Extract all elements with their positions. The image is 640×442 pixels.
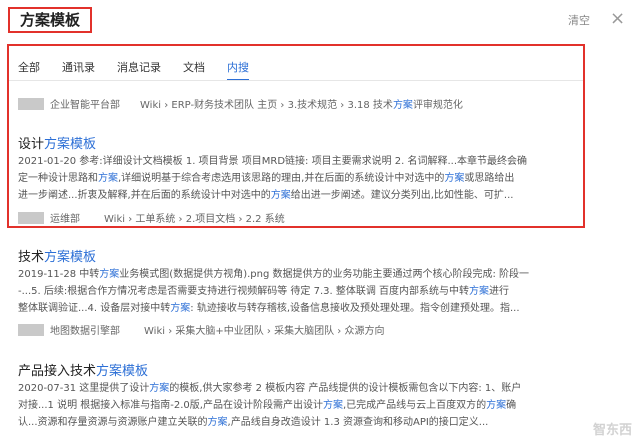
watermark-logo: 智东西 bbox=[592, 423, 632, 438]
query-term-highlight: 方案 bbox=[392, 100, 413, 111]
result-snippet-1-line2: 定一种设计思路和方案,详细说明基于综合考虑选用该思路的理由,并在后面的系统设计中… bbox=[18, 173, 515, 184]
result-title-1[interactable]: 设计方案模板 bbox=[18, 133, 96, 152]
close-icon[interactable]: × bbox=[610, 8, 625, 29]
search-query-box[interactable]: 方案模板 bbox=[8, 7, 92, 33]
avatar bbox=[18, 323, 44, 336]
result-snippet-3-line3: 认...资源和存量资源与资源账户建立关联的方案,产品线自身改造设计 1.3 资源… bbox=[18, 417, 489, 428]
tab-bar: 全部 通讯录 消息记录 文档 内搜 bbox=[18, 59, 271, 81]
result-snippet-2-line1: 2019-11-28 中转方案业务模式图(数据提供方视角).png 数据提供方的… bbox=[18, 269, 530, 280]
query-term-highlight: 方案 bbox=[469, 286, 490, 297]
result-snippet-3-line1: 2020-07-31 这里提供了设计方案的模板,供大家参考 2 模板内容 产品线… bbox=[18, 383, 522, 394]
result-title-3[interactable]: 产品接入技术方案模板 bbox=[18, 360, 148, 379]
clear-button[interactable]: 清空 bbox=[568, 12, 590, 28]
result-title-2[interactable]: 技术方案模板 bbox=[18, 246, 96, 265]
query-term-highlight: 方案 bbox=[99, 269, 120, 280]
query-term-highlight: 方案 bbox=[207, 417, 228, 428]
tab-divider bbox=[9, 80, 583, 81]
query-term-highlight: 方案 bbox=[322, 400, 343, 411]
result-breadcrumb[interactable]: Wiki › 采集大脑+中业团队 › 采集大脑团队 › 众源方向 bbox=[144, 322, 384, 337]
title-highlight: 方案模板 bbox=[44, 137, 97, 152]
tab-messages[interactable]: 消息记录 bbox=[117, 59, 161, 81]
query-term-highlight: 方案 bbox=[170, 303, 191, 314]
result-snippet-3-line2: 对接...1 说明 根据接入标准与指南-2.0版,产品在设计阶段需产出设计方案,… bbox=[18, 400, 517, 411]
title-text: 设计 bbox=[18, 137, 45, 152]
avatar bbox=[18, 97, 44, 110]
result-meta-2: 地图数据引擎部 Wiki › 采集大脑+中业团队 › 采集大脑团队 › 众源方向 bbox=[18, 322, 384, 337]
tab-internal-search[interactable]: 内搜 bbox=[227, 59, 249, 81]
query-term-highlight: 方案 bbox=[270, 190, 291, 201]
title-text: 产品接入技术 bbox=[18, 364, 97, 379]
tab-contacts[interactable]: 通讯录 bbox=[62, 59, 95, 81]
result-meta-0: 企业智能平台部 Wiki › ERP-财务技术团队 主页 › 3.技术规范 › … bbox=[18, 96, 463, 111]
result-dept: 地图数据引擎部 bbox=[50, 326, 120, 337]
title-highlight: 方案模板 bbox=[44, 250, 97, 265]
result-dept: 企业智能平台部 bbox=[50, 100, 120, 111]
tab-docs[interactable]: 文档 bbox=[183, 59, 205, 81]
result-meta-1: 运维部 Wiki › 工单系统 › 2.项目文档 › 2.2 系统 bbox=[18, 210, 285, 225]
result-snippet-1-line1: 2021-01-20 参考:详细设计文档模板 1. 项目背景 项目MRD链接: … bbox=[18, 156, 527, 167]
result-breadcrumb[interactable]: Wiki › ERP-财务技术团队 主页 › 3.技术规范 › 3.18 技术方… bbox=[140, 96, 463, 111]
result-snippet-2-line2: -...5. 后续:根据合作方情况考虑是否需要支持进行视频解码等 待定 7.3.… bbox=[18, 286, 510, 297]
avatar bbox=[18, 211, 44, 224]
query-term-highlight: 方案 bbox=[149, 383, 170, 394]
title-highlight: 方案模板 bbox=[96, 364, 149, 379]
query-term-highlight: 方案 bbox=[486, 400, 507, 411]
result-dept: 运维部 bbox=[50, 214, 80, 225]
title-text: 技术 bbox=[18, 250, 45, 265]
result-breadcrumb[interactable]: Wiki › 工单系统 › 2.项目文档 › 2.2 系统 bbox=[104, 210, 285, 225]
result-snippet-1-line3: 进一步阐述...折衷及解释,并在后面的系统设计中对选中的方案给出进一步阐述。建议… bbox=[18, 190, 514, 201]
query-term-highlight: 方案 bbox=[98, 173, 118, 184]
tab-all[interactable]: 全部 bbox=[18, 59, 40, 81]
query-term-highlight: 方案 bbox=[444, 173, 465, 184]
result-snippet-2-line3: 整体联调验证...4. 设备层对接中转方案: 轨迹接收与转存稽核,设备信息接收及… bbox=[18, 303, 520, 314]
